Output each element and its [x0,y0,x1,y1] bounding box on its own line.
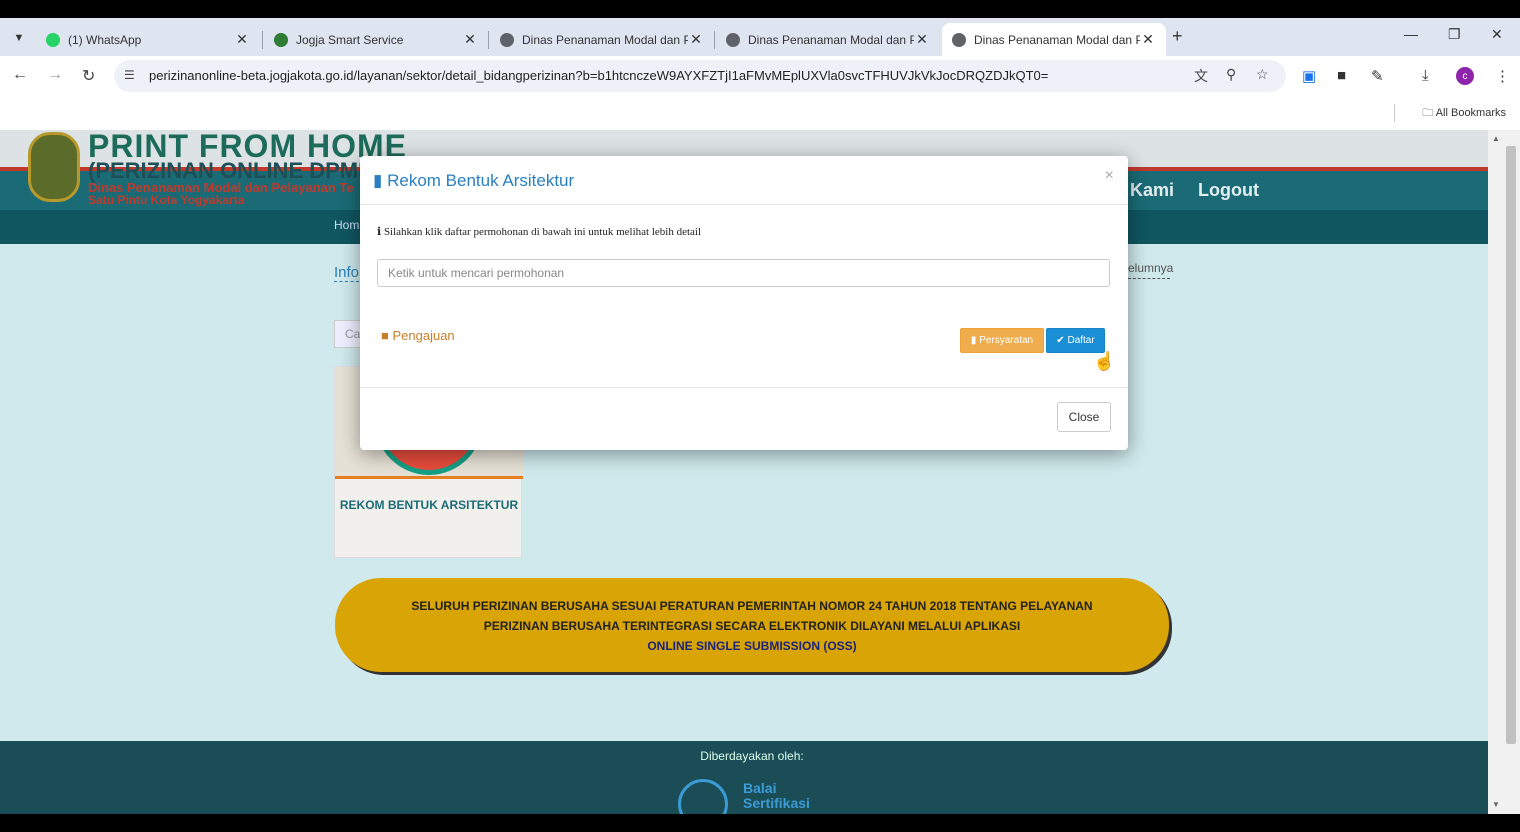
menu-kebab-icon[interactable]: ⋮ [1495,67,1510,85]
download-icon[interactable]: ⤓ [1422,67,1429,84]
translate-icon[interactable]: 文 [1194,66,1208,86]
extensions-icon[interactable]: ✎ [1371,67,1384,85]
tab-dinas-active[interactable]: Dinas Penanaman Modal dan P ✕ [942,23,1166,56]
persyaratan-button[interactable]: ▮ Persyaratan [960,328,1044,353]
web-page: PRINT FROM HOME (PERIZINAN ONLINE DPMPTS… [0,130,1488,814]
tab-separator [262,31,263,49]
modal-footer-divider [360,387,1128,388]
persyaratan-label: Persyaratan [979,335,1034,346]
extension-dark-icon[interactable]: ■ [1337,67,1346,84]
browser-toolbar: ← → ↻ ☰ perizinanonline-beta.jogjakota.g… [0,56,1520,96]
url-text[interactable]: perizinanonline-beta.jogjakota.go.id/lay… [149,68,1048,83]
forward-icon[interactable]: → [47,66,63,84]
tab-dinas-2[interactable]: Dinas Penanaman Modal dan P ✕ [716,23,940,56]
document-icon: ▮ [970,335,977,346]
tab-search-icon[interactable]: ▼ [8,27,30,49]
whatsapp-icon [46,32,60,47]
all-bookmarks[interactable]: 🗀 All Bookmarks [1422,104,1506,123]
close-tab-icon[interactable]: ✕ [1140,31,1156,48]
modal-header: ▮ Rekom Bentuk Arsitektur × [360,156,1128,205]
screen-bottom-bar [0,814,1520,832]
screen-top-bar [0,0,1520,18]
site-info-icon[interactable]: ☰ [124,68,135,82]
zoom-icon[interactable]: ⚲ [1226,66,1236,83]
profile-avatar[interactable]: c [1456,67,1474,85]
globe-icon [726,32,740,47]
modal-close-icon[interactable]: × [1105,167,1114,185]
scroll-up-icon[interactable]: ▲ [1492,134,1500,143]
tab-separator [714,31,715,49]
back-icon[interactable]: ← [12,66,28,84]
globe-icon [500,32,514,47]
check-icon: ✔ [1056,335,1065,346]
modal-info-text: ℹ Silahkan klik daftar permohonan di baw… [377,225,701,238]
new-tab-icon[interactable]: + [1172,26,1183,47]
bookmarks-separator [1394,104,1395,122]
daftar-button[interactable]: ✔ Daftar [1046,328,1105,353]
modal-info-label: Silahkan klik daftar permohonan di bawah… [383,226,702,238]
info-icon: ℹ [377,226,382,238]
close-tab-icon[interactable]: ✕ [914,31,930,48]
tab-dinas-1[interactable]: Dinas Penanaman Modal dan P ✕ [490,23,714,56]
close-window-icon[interactable]: ✕ [1491,26,1503,43]
scrollbar-thumb[interactable] [1506,146,1516,744]
scroll-down-icon[interactable]: ▼ [1492,800,1500,809]
modal-title-text: Rekom Bentuk Arsitektur [387,171,575,190]
permohonan-search-input[interactable] [377,259,1110,287]
daftar-label: Daftar [1067,335,1095,346]
tab-title: (1) WhatsApp [68,32,142,47]
tab-jogja-smart-service[interactable]: Jogja Smart Service ✕ [264,23,488,56]
all-bookmarks-label: All Bookmarks [1435,107,1506,119]
reload-icon[interactable]: ↻ [82,66,95,86]
close-tab-icon[interactable]: ✕ [234,31,250,48]
hand-cursor-icon: ☝ [1093,351,1116,371]
modal-title: ▮ Rekom Bentuk Arsitektur [373,171,574,191]
minimize-icon[interactable]: — [1404,26,1418,42]
folder-icon: ■ [381,328,389,343]
tab-title: Dinas Penanaman Modal dan P [974,32,1140,47]
bookmark-star-icon[interactable]: ☆ [1256,66,1269,83]
close-tab-icon[interactable]: ✕ [688,31,704,48]
folder-icon: 🗀 [1422,107,1434,119]
file-icon: ▮ [373,171,383,190]
tab-whatsapp[interactable]: (1) WhatsApp ✕ [36,23,260,56]
screen-record-icon[interactable]: ▣ [1302,67,1316,85]
pengajuan-item[interactable]: ■ Pengajuan [381,328,455,343]
tab-strip: ▼ (1) WhatsApp ✕ Jogja Smart Service ✕ D… [0,18,1520,56]
rekom-modal: ▮ Rekom Bentuk Arsitektur × ℹ Silahkan k… [360,156,1128,450]
jogja-icon [274,32,288,47]
globe-icon [952,32,966,47]
bookmarks-bar: 🗀 All Bookmarks [0,96,1520,130]
tab-title: Dinas Penanaman Modal dan P [748,32,914,47]
restore-icon[interactable]: ❐ [1448,26,1461,43]
tab-title: Dinas Penanaman Modal dan P [522,32,688,47]
page-scrollbar[interactable]: ▲ ▼ [1488,130,1520,814]
tab-title: Jogja Smart Service [296,32,404,47]
tab-separator [488,31,489,49]
pengajuan-label: Pengajuan [392,328,455,343]
address-bar[interactable]: ☰ perizinanonline-beta.jogjakota.go.id/l… [114,60,1286,92]
close-tab-icon[interactable]: ✕ [462,31,478,48]
close-button[interactable]: Close [1057,402,1111,432]
